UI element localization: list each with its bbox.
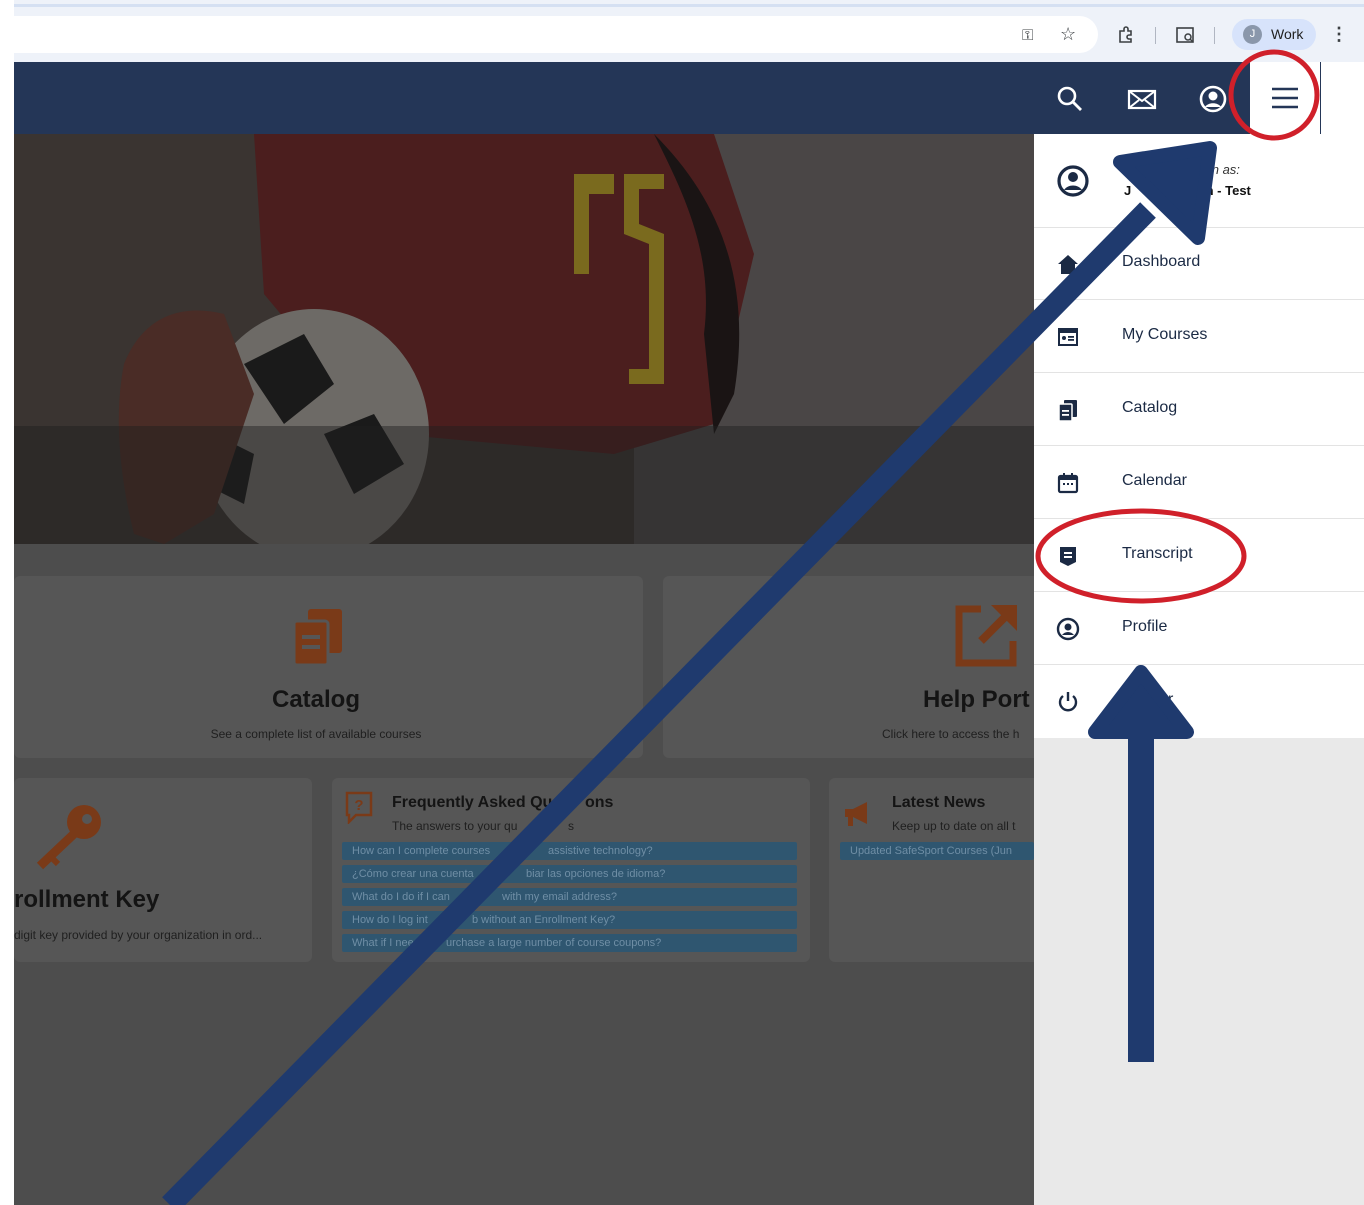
- faq-link-text-end: assistive technology?: [548, 845, 653, 857]
- faq-title: Frequently Asked Qu: [392, 794, 553, 811]
- question-bubble-icon: ?: [345, 791, 373, 824]
- catalog-icon: [1058, 400, 1077, 422]
- news-link[interactable]: Updated SafeSport Courses (Jun: [840, 842, 1034, 860]
- help-portal-subtitle: Click here to access the h: [882, 727, 1020, 741]
- extensions-icon[interactable]: [1117, 26, 1135, 44]
- faq-link-text: How can I complete courses: [352, 845, 491, 857]
- calendar-icon: [1057, 473, 1079, 494]
- menu-item-profile[interactable]: Profile: [1034, 593, 1364, 665]
- help-portal-card[interactable]: Help Port Click here to access the h: [663, 576, 1034, 758]
- news-card: Latest News Keep up to date on all t: [829, 778, 1034, 962]
- faq-link-text: What if I nee: [352, 937, 414, 949]
- signed-in-name: J: [1124, 183, 1132, 198]
- home-icon: [1058, 255, 1078, 274]
- menu-item-label: Profile: [1122, 618, 1168, 635]
- kebab-menu-icon[interactable]: ⋮: [1330, 24, 1348, 44]
- transcript-icon: [1060, 547, 1076, 566]
- user-circle-icon: [1057, 165, 1089, 197]
- nav-drawer: d in as: J m - Test Dashboard My Courses…: [1034, 134, 1364, 1205]
- page-backdrop: Catalog See a complete list of available…: [14, 134, 1034, 1205]
- tab-search-icon[interactable]: [1176, 26, 1196, 44]
- account-circle-icon[interactable]: [1198, 84, 1228, 114]
- faq-link[interactable]: What if I nee urchase a large number of c…: [342, 934, 797, 952]
- menu-item-my-courses[interactable]: My Courses: [1034, 301, 1364, 373]
- menu-item-label: Dashboard: [1122, 253, 1201, 270]
- faq-link[interactable]: How can I complete courses assistive tech…: [342, 842, 797, 860]
- menu-item-sign-out[interactable]: r: [1034, 666, 1364, 738]
- signed-in-info: d in as: J m - Test: [1034, 134, 1364, 228]
- key-icon[interactable]: ⚿: [1022, 26, 1033, 46]
- external-link-icon: [955, 605, 1017, 667]
- catalog-icon: [294, 609, 342, 665]
- menu-item-label: My Courses: [1122, 326, 1208, 343]
- faq-link-text-end: with my email address?: [502, 891, 617, 903]
- site-header: [14, 62, 1321, 134]
- news-title: Latest News: [892, 794, 986, 811]
- news-subtitle: Keep up to date on all t: [892, 819, 1016, 833]
- faq-title-end: ons: [585, 794, 614, 811]
- faq-subtitle-end: s: [568, 819, 574, 833]
- menu-item-label: Calendar: [1122, 472, 1187, 489]
- menu-item-label: r: [1168, 691, 1174, 708]
- enrollment-key-card[interactable]: rollment Key digit key provided by your …: [14, 778, 312, 962]
- megaphone-icon: [845, 802, 867, 826]
- signed-in-name-end: m - Test: [1202, 183, 1251, 198]
- faq-link-text: ¿Cómo crear una cuenta: [352, 868, 474, 880]
- profile-chip[interactable]: J Work: [1232, 19, 1316, 50]
- course-card-icon: [1058, 328, 1078, 346]
- menu-item-transcript[interactable]: Transcript: [1034, 520, 1364, 592]
- hamburger-menu-icon: [1272, 87, 1298, 109]
- profile-label: Work: [1271, 26, 1304, 42]
- address-bar[interactable]: [14, 16, 1098, 53]
- menu-item-catalog[interactable]: Catalog: [1034, 374, 1364, 446]
- faq-link-text: How do I log int: [352, 914, 428, 926]
- power-icon: [1058, 692, 1078, 712]
- catalog-card-subtitle: See a complete list of available courses: [210, 727, 422, 741]
- search-icon[interactable]: [1055, 84, 1085, 114]
- hero-band: [14, 426, 1034, 544]
- faq-link-text-end: biar las opciones de idioma?: [526, 868, 666, 880]
- signed-in-label: d in as:: [1198, 162, 1240, 177]
- star-icon[interactable]: ☆: [1060, 24, 1076, 44]
- faq-link[interactable]: ¿Cómo crear una cuenta biar las opciones …: [342, 865, 797, 883]
- key-icon: [36, 805, 101, 870]
- enrollment-key-subtitle: digit key provided by your organization …: [14, 928, 263, 942]
- faq-link-text-end: b without an Enrollment Key?: [472, 914, 616, 926]
- catalog-card-title: Catalog: [271, 686, 360, 713]
- toolbar-separator: [1155, 27, 1156, 44]
- help-portal-title: Help Port: [923, 686, 1030, 713]
- faq-link-text: What do I do if I can: [352, 891, 450, 903]
- menu-item-dashboard[interactable]: Dashboard: [1034, 228, 1364, 300]
- menu-item-calendar[interactable]: Calendar: [1034, 447, 1364, 519]
- faq-link[interactable]: What do I do if I can with my email addre…: [342, 888, 797, 906]
- hero-image: [14, 134, 1034, 544]
- faq-subtitle: The answers to your qu: [392, 819, 518, 833]
- hamburger-menu-button[interactable]: [1250, 62, 1320, 134]
- toolbar-divider: [14, 4, 1364, 7]
- faq-link-text-end: urchase a large number of course coupons…: [446, 937, 662, 949]
- faq-link[interactable]: How do I log int b without an Enrollment …: [342, 911, 797, 929]
- nav-drawer-panel: d in as: J m - Test Dashboard My Courses…: [1034, 134, 1364, 738]
- profile-icon: [1056, 617, 1080, 641]
- catalog-card[interactable]: Catalog See a complete list of available…: [14, 576, 643, 758]
- menu-item-label: Catalog: [1122, 399, 1178, 416]
- avatar: J: [1243, 25, 1262, 44]
- menu-item-label: Transcript: [1122, 545, 1193, 562]
- enrollment-key-title: rollment Key: [14, 886, 160, 913]
- svg-text:?: ?: [354, 797, 363, 814]
- toolbar-separator: [1214, 27, 1215, 44]
- mail-icon[interactable]: [1127, 84, 1157, 114]
